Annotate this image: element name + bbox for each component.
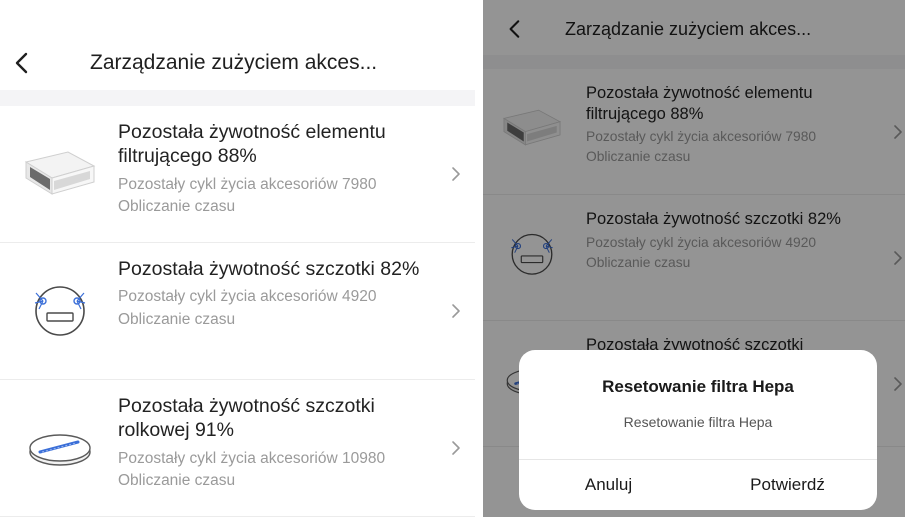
right-screen: Zarządzanie zużyciem akces... Pozostała … — [483, 0, 905, 517]
time-calc-text: Obliczanie czasu — [118, 472, 236, 490]
left-screen: Zarządzanie zużyciem akces... Pozostała … — [0, 0, 475, 517]
chevron-right-icon — [452, 441, 460, 455]
time-calc-text: Obliczanie czasu — [118, 310, 236, 328]
cancel-button[interactable]: Anuluj — [519, 460, 698, 510]
accessory-row-roller-brush[interactable]: Pozostała żywotność szczotki rolkowej 91… — [0, 380, 475, 517]
chevron-right-icon — [452, 167, 460, 181]
chevron-right-icon — [452, 304, 460, 318]
navbar: Zarządzanie zużyciem akces... — [0, 38, 475, 88]
reset-dialog: Resetowanie filtra Hepa Resetowanie filt… — [519, 350, 877, 510]
section-gap — [0, 90, 475, 106]
remaining-cycle-text: Pozostały cykl życia akcesoriów 4920 — [118, 288, 377, 306]
accessory-remaining-cycle: Pozostały cykl życia akcesoriów 4920 Obl… — [118, 286, 438, 331]
roller-brush-icon — [28, 433, 92, 467]
accessory-title: Pozostała żywotność szczotki rolkowej 91… — [118, 395, 375, 442]
filter-icon — [25, 151, 95, 195]
accessory-title: Pozostała żywotność szczotki 82% — [118, 258, 420, 280]
dialog-title: Resetowanie filtra Hepa — [602, 377, 794, 396]
accessory-list: Pozostała żywotność elementu filtrująceg… — [0, 106, 475, 517]
accessory-title: Pozostała żywotność elementu filtrująceg… — [118, 121, 386, 168]
accessory-remaining-cycle: Pozostały cykl życia akcesoriów 7980 Obl… — [118, 174, 438, 219]
accessory-remaining-cycle: Pozostały cykl życia akcesoriów 10980 Ob… — [118, 448, 438, 493]
accessory-row-side-brush[interactable]: Pozostała żywotność szczotki 82% Pozosta… — [0, 243, 475, 380]
page-title: Zarządzanie zużyciem akces... — [90, 51, 378, 74]
remaining-cycle-text: Pozostały cykl życia akcesoriów 7980 — [118, 175, 377, 193]
confirm-button[interactable]: Potwierdź — [698, 460, 877, 510]
side-brush-icon — [34, 286, 86, 336]
accessory-row-filter[interactable]: Pozostała żywotność elementu filtrująceg… — [0, 106, 475, 243]
remaining-cycle-text: Pozostały cykl życia akcesoriów 10980 — [118, 449, 386, 467]
chevron-left-icon — [15, 52, 28, 74]
time-calc-text: Obliczanie czasu — [118, 198, 236, 216]
dialog-message: Resetowanie filtra Hepa — [623, 414, 773, 430]
back-button[interactable] — [7, 49, 35, 77]
